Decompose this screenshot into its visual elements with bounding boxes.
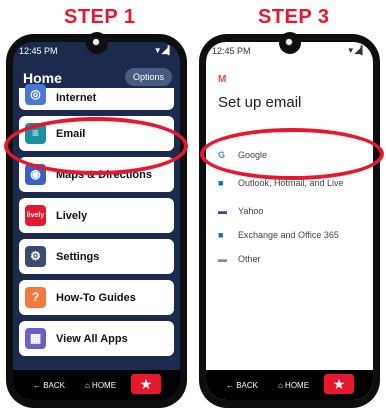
menu-item-label: Lively: [56, 210, 88, 222]
star-icon[interactable]: ★: [324, 374, 354, 394]
provider-yahoo[interactable]: ▬ Yahoo: [218, 206, 263, 220]
provider-label: Yahoo: [238, 206, 264, 216]
menu-item-label: Internet: [56, 92, 97, 104]
highlight-ring-email: [4, 117, 188, 175]
other-mail-icon: ▬: [218, 254, 227, 264]
home-button[interactable]: ⌂ HOME: [278, 381, 309, 390]
phone-step-3: 12:45 PM ▼◢▎ M Set up email G Google ■ Out…: [199, 32, 380, 408]
step-1-label: STEP 1: [64, 6, 136, 28]
status-time: 12:45 PM: [19, 46, 58, 56]
exchange-icon: ■: [218, 230, 224, 240]
status-time: 12:45 PM: [212, 46, 251, 56]
outlook-icon: ■: [218, 178, 224, 188]
signal-icon: ▼◢▎: [346, 46, 367, 55]
bottom-nav: ← BACK ⌂ HOME ★: [13, 370, 180, 400]
yahoo-icon: ▬: [218, 206, 227, 216]
camera-notch: [85, 32, 108, 54]
star-icon[interactable]: ★: [131, 374, 161, 394]
gmail-icon: M: [218, 74, 227, 85]
menu-item-settings[interactable]: ⚙ Settings: [19, 239, 174, 274]
provider-label: Other: [238, 254, 261, 264]
phone-step-1: 12:45 PM ▼◢▎ Home Options ◎ Internet ≡ E…: [6, 32, 187, 408]
globe-icon: ◎: [25, 84, 46, 105]
email-setup-screen: 12:45 PM ▼◢▎ M Set up email G Google ■ Out…: [206, 42, 373, 400]
back-button[interactable]: ← BACK: [33, 381, 65, 390]
lively-logo-icon: lively: [25, 205, 46, 226]
provider-exchange[interactable]: ■ Exchange and Office 365: [218, 230, 339, 244]
gear-icon: ⚙: [25, 246, 46, 267]
menu-item-label: View All Apps: [56, 333, 128, 345]
step-3-label: STEP 3: [258, 6, 330, 28]
menu-item-label: How-To Guides: [56, 292, 136, 304]
back-button[interactable]: ← BACK: [226, 381, 258, 390]
home-screen: 12:45 PM ▼◢▎ Home Options ◎ Internet ≡ E…: [13, 42, 180, 400]
question-icon: ?: [25, 287, 46, 308]
menu-item-lively[interactable]: lively Lively: [19, 198, 174, 233]
provider-other[interactable]: ▬ Other: [218, 254, 261, 268]
signal-icon: ▼◢▎: [153, 46, 174, 55]
camera-notch: [278, 32, 301, 54]
highlight-ring-google: [200, 128, 384, 180]
bottom-nav: ← BACK ⌂ HOME ★: [206, 370, 373, 400]
menu-item-label: Settings: [56, 251, 100, 263]
menu-item-view-all-apps[interactable]: ▦ View All Apps: [19, 321, 174, 356]
menu-item-internet[interactable]: ◎ Internet: [19, 84, 174, 110]
menu-item-how-to-guides[interactable]: ? How-To Guides: [19, 280, 174, 315]
options-button[interactable]: Options: [124, 68, 172, 86]
page-title: Set up email: [218, 94, 302, 111]
grid-icon: ▦: [25, 328, 46, 349]
provider-outlook[interactable]: ■ Outlook, Hotmail, and Live: [218, 178, 344, 192]
home-button[interactable]: ⌂ HOME: [85, 381, 116, 390]
provider-label: Exchange and Office 365: [238, 230, 339, 240]
